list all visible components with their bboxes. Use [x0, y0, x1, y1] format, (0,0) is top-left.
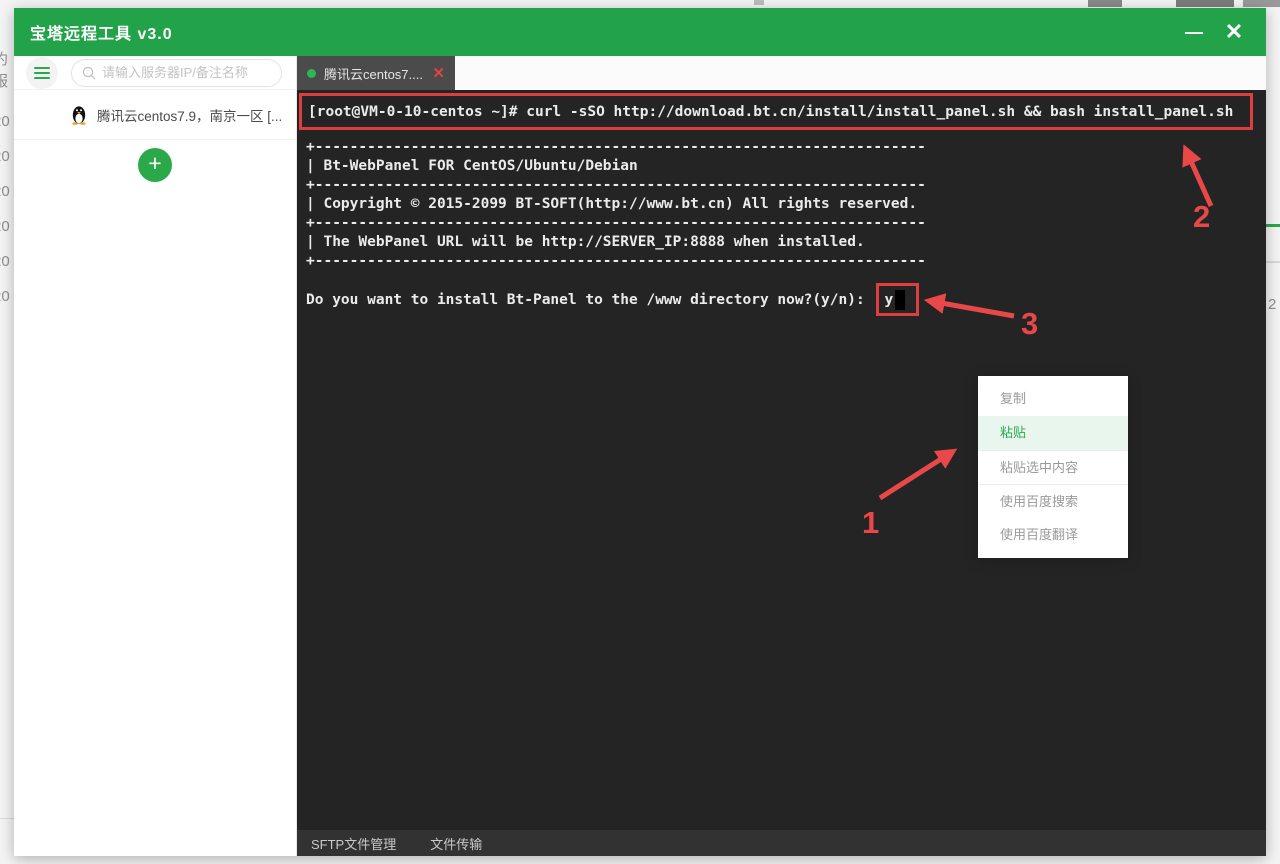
background-window-fragment [1176, 0, 1234, 7]
linux-penguin-icon [70, 104, 88, 125]
background-text-fragment: 约 [0, 48, 8, 69]
background-text-fragment: 20 [0, 288, 10, 305]
terminal-output-line: +---------------------------------------… [306, 252, 926, 271]
background-divider [1266, 261, 1280, 263]
terminal-output: +---------------------------------------… [306, 138, 926, 271]
background-text-fragment: 2 [1268, 296, 1276, 313]
file-transfer-button[interactable]: 文件传输 [430, 834, 482, 853]
context-menu: 复制 粘贴 粘贴选中内容 使用百度搜索 使用百度翻译 [978, 376, 1128, 558]
server-search-box[interactable] [71, 59, 282, 87]
command-annotation-box: [root@VM-0-10-centos ~]# curl -sSO http:… [299, 93, 1253, 130]
terminal-prompt-line: Do you want to install Bt-Panel to the /… [306, 283, 919, 316]
bottom-toolbar: SFTP文件管理 文件传输 [297, 830, 1266, 856]
sftp-manager-button[interactable]: SFTP文件管理 [311, 834, 396, 853]
background-divider [0, 818, 14, 819]
add-server-button[interactable]: + [138, 148, 172, 182]
tab-close-icon[interactable]: ✕ [432, 64, 445, 82]
app-title: 宝塔远程工具 v3.0 [30, 20, 173, 44]
terminal-output-line: +---------------------------------------… [306, 214, 926, 233]
background-text-fragment: 20 [0, 148, 10, 165]
terminal-output-line: | Bt-WebPanel FOR CentOS/Ubuntu/Debian [306, 157, 926, 176]
terminal-output-line: | Copyright © 2015-2099 BT-SOFT(http://w… [306, 195, 926, 214]
input-annotation-box: y [876, 283, 919, 316]
sidebar-toolbar [14, 56, 296, 90]
server-list-menu-icon[interactable] [26, 57, 58, 89]
menu-item-baidu-search[interactable]: 使用百度搜索 [978, 484, 1128, 518]
background-text-fragment: 20 [0, 113, 10, 130]
terminal-input-value: y [884, 292, 893, 308]
close-button[interactable]: ✕ [1214, 19, 1254, 45]
tab-bar: 腾讯云centos7.... ✕ [297, 56, 1266, 90]
background-window-fragment [754, 0, 764, 5]
background-window-fragment [1088, 0, 1122, 7]
connection-status-dot-icon [307, 69, 316, 78]
terminal-output-line: +---------------------------------------… [306, 138, 926, 157]
desktop: 约 服 20 20 20 20 20 20 2 宝塔远程工具 v3.0 — ✕ [0, 0, 1280, 864]
background-text-fragment: 20 [0, 218, 10, 235]
terminal-command: [root@VM-0-10-centos ~]# curl -sSO http:… [308, 104, 1233, 120]
search-icon [82, 66, 96, 80]
background-text-fragment: 20 [0, 253, 10, 270]
menu-item-baidu-translate[interactable]: 使用百度翻译 [978, 518, 1128, 552]
background-text-fragment: 服 [0, 70, 8, 91]
terminal-output-line: | The WebPanel URL will be http://SERVER… [306, 233, 926, 252]
tab-label: 腾讯云centos7.... [324, 64, 424, 83]
terminal-cursor [895, 290, 905, 310]
terminal-prompt: Do you want to install Bt-Panel to the /… [306, 292, 873, 308]
menu-item-copy[interactable]: 复制 [978, 382, 1128, 416]
server-name: 腾讯云centos7.9，南京一区 [... [97, 105, 282, 125]
background-text-fragment: 20 [0, 183, 10, 200]
terminal-output-line: +---------------------------------------… [306, 176, 926, 195]
minimize-button[interactable]: — [1174, 22, 1214, 43]
tab-server-session[interactable]: 腾讯云centos7.... ✕ [297, 56, 455, 90]
menu-item-paste-selection[interactable]: 粘贴选中内容 [978, 450, 1128, 484]
menu-item-paste[interactable]: 粘贴 [978, 416, 1128, 450]
background-window-fragment [1243, 0, 1280, 7]
background-accent-line [1266, 224, 1280, 227]
title-bar[interactable]: 宝塔远程工具 v3.0 — ✕ [14, 8, 1266, 56]
server-list-item[interactable]: 腾讯云centos7.9，南京一区 [... [14, 90, 296, 140]
add-server-row: + [14, 144, 296, 186]
server-sidebar: 腾讯云centos7.9，南京一区 [... + [14, 56, 297, 856]
search-input[interactable] [102, 65, 271, 80]
